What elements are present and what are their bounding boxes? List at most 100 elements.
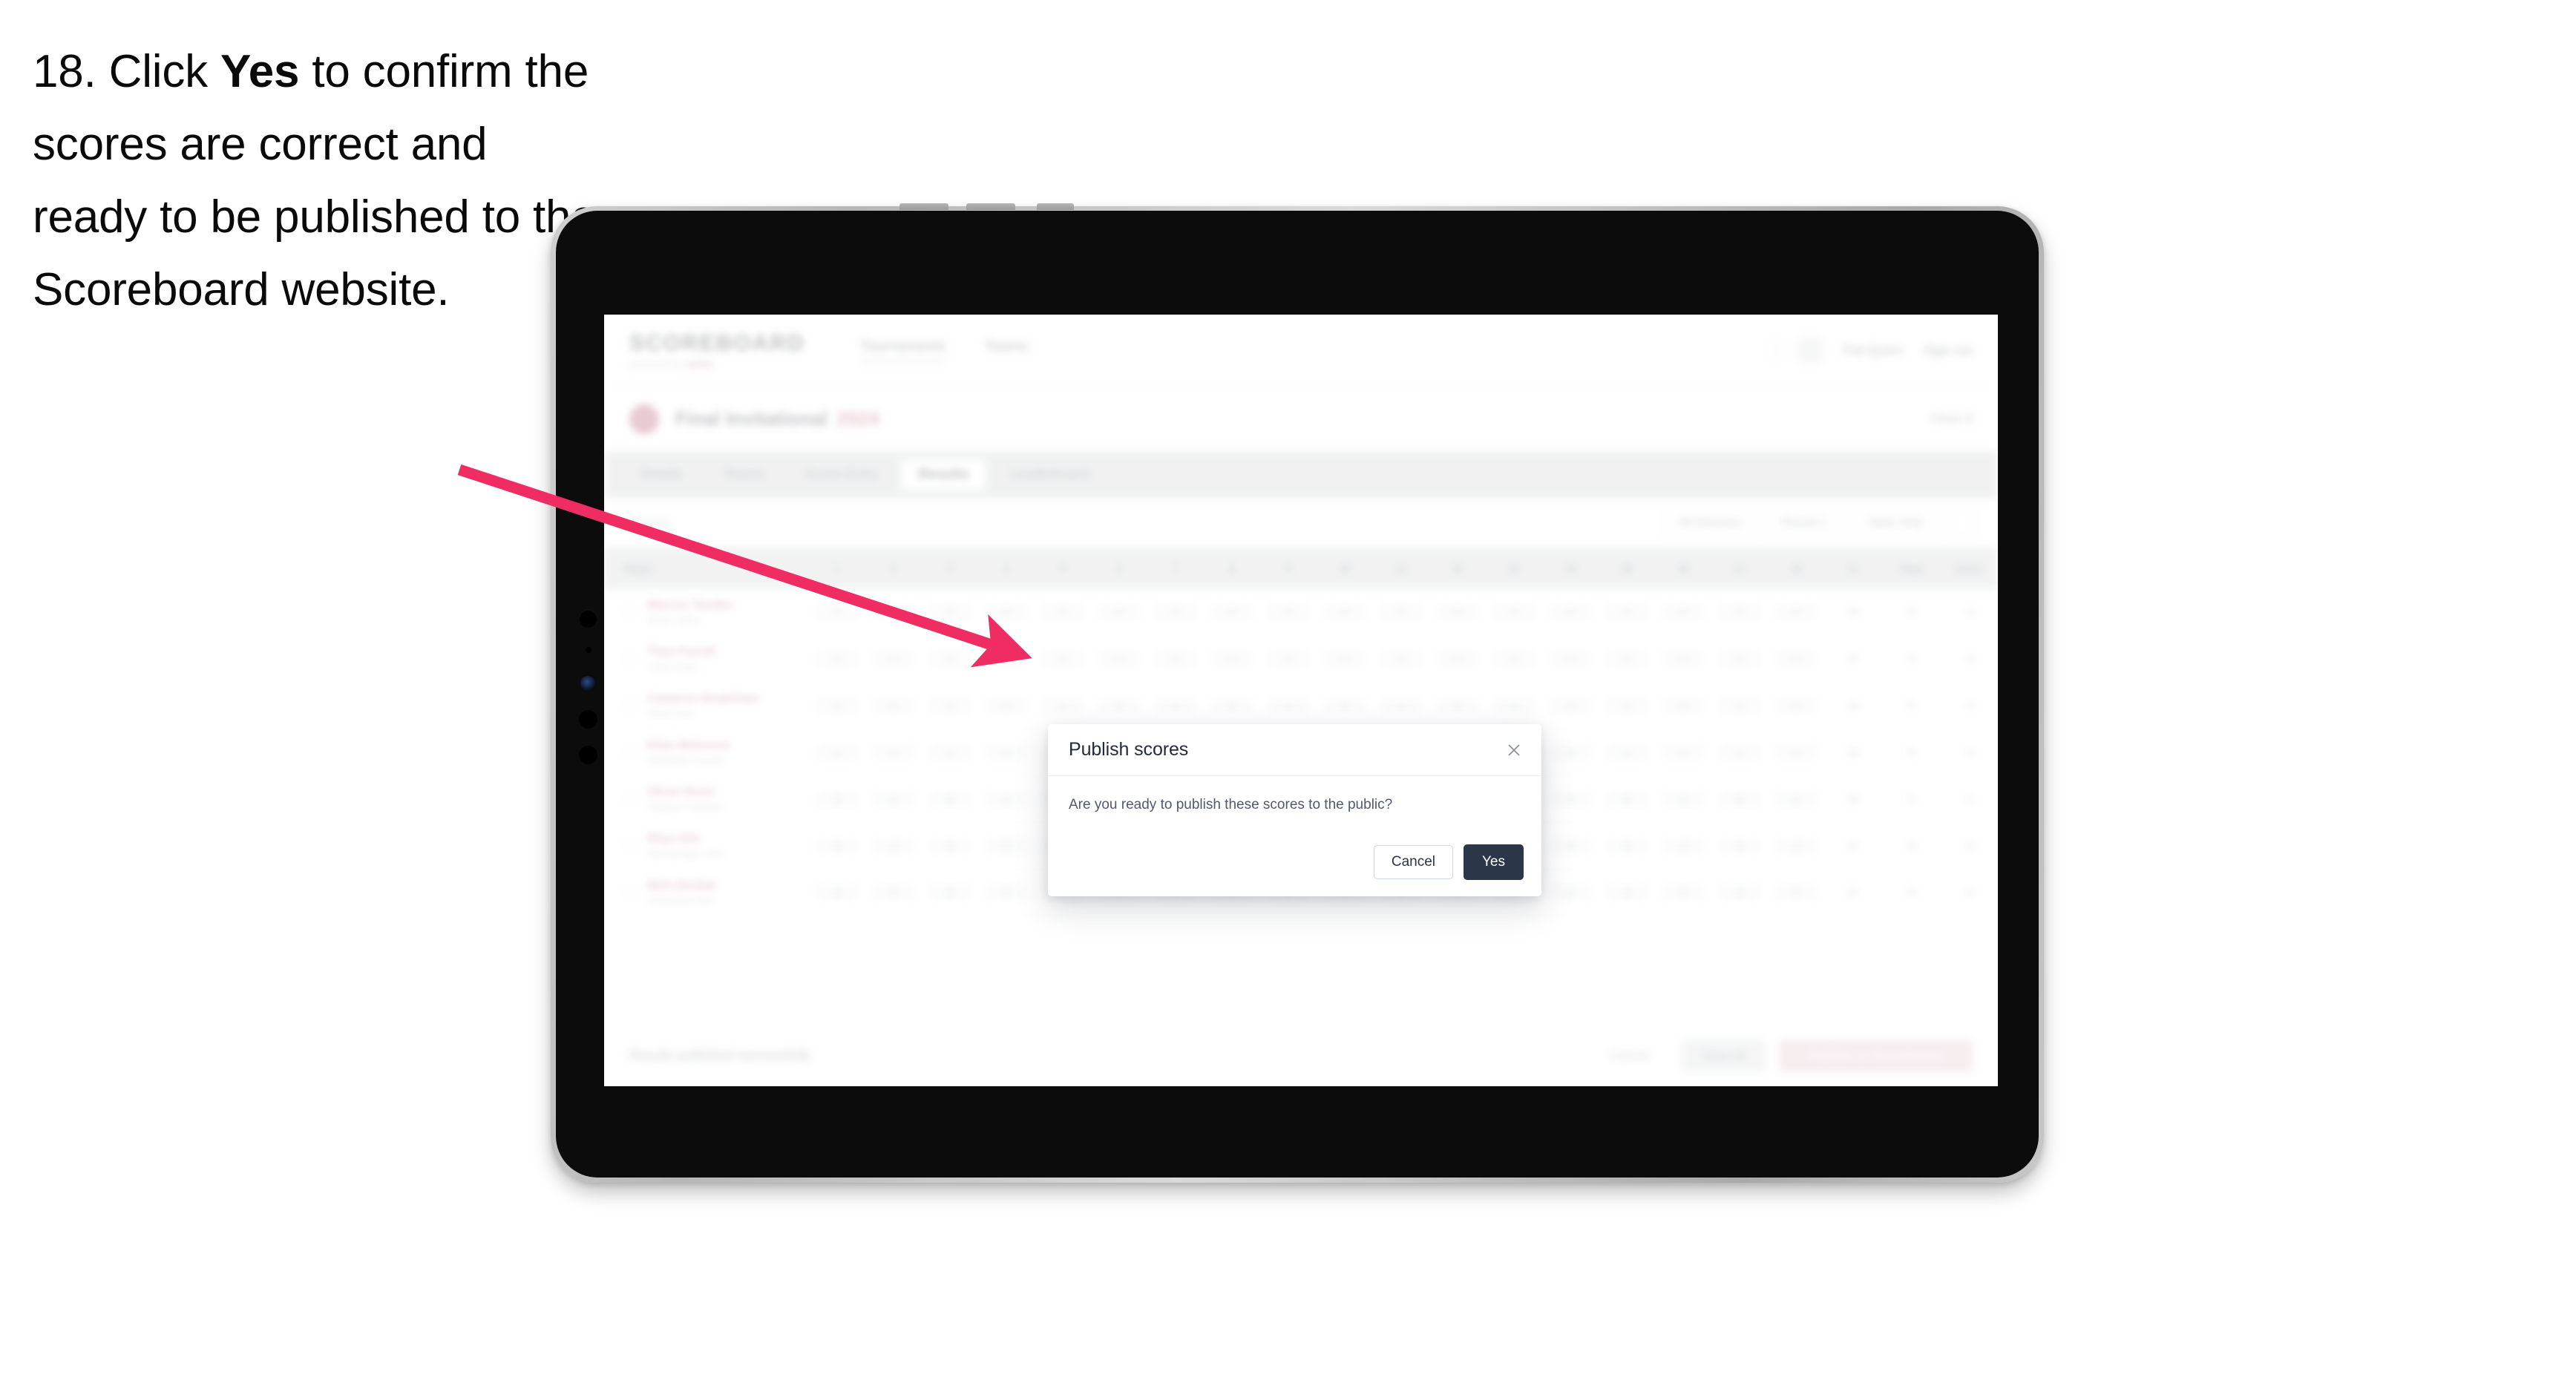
score-cell[interactable]: 4	[978, 697, 1035, 714]
row-checkbox[interactable]	[623, 699, 637, 712]
score-cell[interactable]: 5	[809, 651, 865, 667]
row-checkbox[interactable]	[623, 792, 637, 806]
tab-teams[interactable]: Teams	[707, 459, 781, 490]
close-icon[interactable]	[1501, 738, 1527, 763]
score-cell[interactable]: 4	[1486, 697, 1542, 714]
row-checkbox[interactable]	[623, 746, 637, 759]
score-cell[interactable]: 5	[865, 884, 922, 901]
settings-gear-icon[interactable]	[1949, 510, 1976, 536]
cancel-button[interactable]: Cancel	[1373, 845, 1453, 879]
score-cell[interactable]: 3	[1147, 604, 1204, 620]
score-cell[interactable]: 4	[978, 604, 1035, 620]
score-cell[interactable]: 4	[1035, 697, 1091, 714]
score-cell[interactable]: 4	[1317, 651, 1373, 667]
score-cell[interactable]: 4	[1711, 884, 1768, 901]
score-cell[interactable]: 4	[1599, 884, 1655, 901]
score-cell[interactable]: 4	[978, 791, 1035, 807]
score-cell[interactable]: 4	[1768, 838, 1824, 854]
row-checkbox[interactable]	[623, 605, 637, 619]
score-cell[interactable]: 4	[1373, 697, 1429, 714]
avatar[interactable]	[1797, 338, 1823, 363]
score-cell[interactable]: 4	[1542, 838, 1599, 854]
filter-chip-table[interactable]: Table Only	[1852, 509, 1937, 537]
score-cell[interactable]: 4	[1599, 604, 1655, 620]
score-cell[interactable]: 3	[922, 884, 978, 901]
tab-score-entry[interactable]: Score Entry	[788, 459, 894, 490]
score-cell[interactable]: 4	[1091, 651, 1147, 667]
score-cell[interactable]: 4	[978, 884, 1035, 901]
score-cell[interactable]: 3	[809, 791, 865, 807]
score-cell[interactable]: 4	[1147, 697, 1204, 714]
score-cell[interactable]: 4	[922, 791, 978, 807]
score-cell[interactable]: 4	[1542, 651, 1599, 667]
score-cell[interactable]: 4	[1542, 604, 1599, 620]
score-cell[interactable]: 4	[1317, 697, 1373, 714]
footer-cancel-button[interactable]: Cancel	[1590, 1040, 1668, 1072]
score-cell[interactable]: 4	[809, 697, 865, 714]
score-cell[interactable]: 3	[1599, 697, 1655, 714]
score-cell[interactable]: 4	[865, 838, 922, 854]
score-cell[interactable]: 4	[1486, 604, 1542, 620]
score-cell[interactable]: 4	[865, 604, 922, 620]
score-cell[interactable]: 4	[1260, 604, 1317, 620]
score-cell[interactable]: 4	[978, 744, 1035, 761]
volume-down-button[interactable]	[966, 203, 1015, 210]
score-cell[interactable]: 5	[1711, 744, 1768, 761]
score-cell[interactable]: 4	[1599, 791, 1655, 807]
score-cell[interactable]: 5	[978, 838, 1035, 854]
score-cell[interactable]: 5	[1035, 604, 1091, 620]
score-cell[interactable]: 5	[1599, 651, 1655, 667]
score-cell[interactable]: 5	[1542, 697, 1599, 714]
sign-out-link[interactable]: Sign out	[1924, 343, 1973, 358]
nav-item-tournaments[interactable]: Tournaments	[859, 338, 946, 363]
table-row[interactable]: Theo Farrell Lakes Edge 5 4 4 3 4 4 4 5 3 4 4 4 3 4 5 4 4 4…	[604, 636, 1998, 683]
score-cell[interactable]: 4	[1768, 651, 1824, 667]
tab-leaderboard[interactable]: Leaderboard	[993, 459, 1106, 490]
score-cell[interactable]: 4	[1317, 604, 1373, 620]
score-cell[interactable]: 4	[1655, 651, 1711, 667]
row-checkbox[interactable]	[623, 886, 637, 899]
score-cell[interactable]: 4	[1768, 791, 1824, 807]
score-cell[interactable]: 5	[1373, 604, 1429, 620]
score-cell[interactable]: 4	[922, 697, 978, 714]
score-cell[interactable]: 3	[978, 651, 1035, 667]
score-cell[interactable]: 3	[1711, 604, 1768, 620]
score-cell[interactable]: 4	[1768, 604, 1824, 620]
row-checkbox[interactable]	[623, 839, 637, 853]
score-cell[interactable]: 4	[1655, 744, 1711, 761]
score-cell[interactable]: 3	[1486, 651, 1542, 667]
score-cell[interactable]: 3	[1260, 651, 1317, 667]
filter-chip-divisions[interactable]: All Divisions	[1663, 509, 1756, 537]
score-cell[interactable]: 4	[1147, 651, 1204, 667]
score-cell[interactable]: 4	[1542, 791, 1599, 807]
row-checkbox[interactable]	[623, 652, 637, 666]
score-cell[interactable]: 4	[1768, 744, 1824, 761]
score-cell[interactable]: 3	[1204, 697, 1260, 714]
score-cell[interactable]: 5	[1204, 651, 1260, 667]
footer-publish-button[interactable]: Publish to Scoreboard	[1778, 1039, 1973, 1072]
score-cell[interactable]: 3	[1429, 604, 1486, 620]
score-cell[interactable]: 4	[1373, 651, 1429, 667]
score-cell[interactable]: 4	[1711, 697, 1768, 714]
score-cell[interactable]: 4	[922, 651, 978, 667]
score-cell[interactable]: 3	[1655, 791, 1711, 807]
score-cell[interactable]: 4	[1542, 884, 1599, 901]
score-cell[interactable]: 4	[1655, 884, 1711, 901]
tab-details[interactable]: Details	[623, 459, 699, 490]
score-cell[interactable]: 4	[1711, 791, 1768, 807]
score-cell[interactable]: 4	[1599, 744, 1655, 761]
filter-chip-round[interactable]: Round 1	[1767, 509, 1841, 537]
score-cell[interactable]: 4	[865, 744, 922, 761]
score-cell[interactable]: 5	[1768, 884, 1824, 901]
score-cell[interactable]: 4	[809, 884, 865, 901]
table-row[interactable]: Marcus Tanaka Ridge Valley 4 4 3 4 5 4 3 4 4 4 5 3 4 4 4…	[604, 589, 1998, 636]
score-cell[interactable]: 4	[1091, 604, 1147, 620]
score-cell[interactable]: 4	[1655, 697, 1711, 714]
score-cell[interactable]: 5	[922, 744, 978, 761]
score-cell[interactable]: 4	[809, 838, 865, 854]
score-cell[interactable]: 4	[1711, 651, 1768, 667]
tab-results[interactable]: Results	[902, 459, 986, 490]
app-brand[interactable]: SCOREBOARD powered by swim	[629, 331, 805, 370]
score-cell[interactable]: 4	[1768, 697, 1824, 714]
score-cell[interactable]: 4	[1260, 697, 1317, 714]
